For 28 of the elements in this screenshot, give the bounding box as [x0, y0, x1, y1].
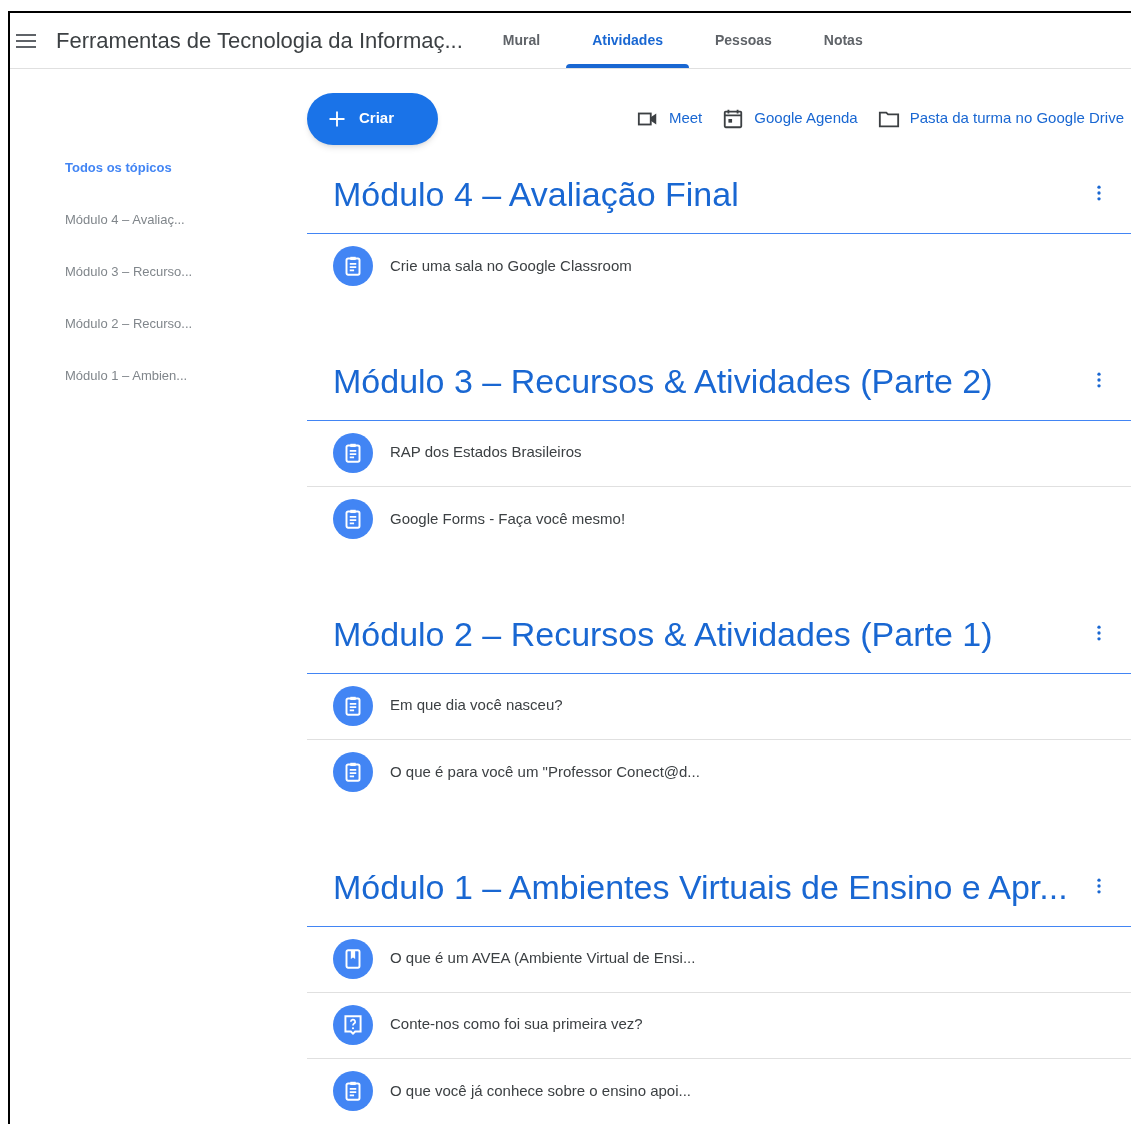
- tab[interactable]: Mural: [476, 13, 567, 68]
- topic-title: Módulo 4 – Avaliação Final: [333, 174, 739, 214]
- toolbar-link[interactable]: Meet: [636, 107, 703, 130]
- classwork-item[interactable]: Conte-nos como foi sua primeira vez?: [307, 993, 1131, 1059]
- classwork-item[interactable]: O que você já conhece sobre o ensino apoi...: [307, 1059, 1131, 1124]
- topic-title: Módulo 3 – Recursos & Atividades (Parte 2): [333, 361, 993, 401]
- topic-link[interactable]: Módulo 2 – Recurso...: [65, 315, 307, 333]
- menu-icon[interactable]: [16, 33, 36, 48]
- topic-link[interactable]: Todos os tópicos: [65, 159, 307, 177]
- classwork-item[interactable]: O que é para você um "Professor Conect@d...: [307, 740, 1131, 806]
- classwork-item[interactable]: Em que dia você nasceu?: [307, 674, 1131, 740]
- topic-title: Módulo 2 – Recursos & Atividades (Parte 1): [333, 614, 993, 654]
- create-button[interactable]: Criar: [307, 92, 438, 145]
- classwork-item[interactable]: O que é um AVEA (Ambiente Virtual de Ensi...: [307, 927, 1131, 993]
- classwork-item[interactable]: Google Forms - Faça você mesmo!: [307, 487, 1131, 553]
- tab[interactable]: Atividades: [566, 13, 689, 68]
- topic-link[interactable]: Módulo 1 – Ambien...: [65, 367, 307, 385]
- topic-link[interactable]: Módulo 4 – Avaliaç...: [65, 211, 307, 229]
- topic-title: Módulo 1 – Ambientes Virtuais de Ensino e Apr...: [333, 867, 1068, 907]
- classwork-item[interactable]: Crie uma sala no Google Classroom: [307, 234, 1131, 300]
- tab[interactable]: Notas: [797, 13, 889, 68]
- calendar-icon: [722, 107, 745, 130]
- tab[interactable]: Pessoas: [688, 13, 798, 68]
- toolbar-link[interactable]: Google Agenda: [722, 107, 858, 130]
- toolbar-link[interactable]: Pasta da turma no Google Drive: [877, 107, 1124, 130]
- topic-link[interactable]: Módulo 3 – Recurso...: [65, 263, 307, 281]
- course-title: Ferramentas de Tecnologia da Informaç...: [56, 27, 463, 55]
- classwork-item[interactable]: RAP dos Estados Brasileiros: [307, 421, 1131, 487]
